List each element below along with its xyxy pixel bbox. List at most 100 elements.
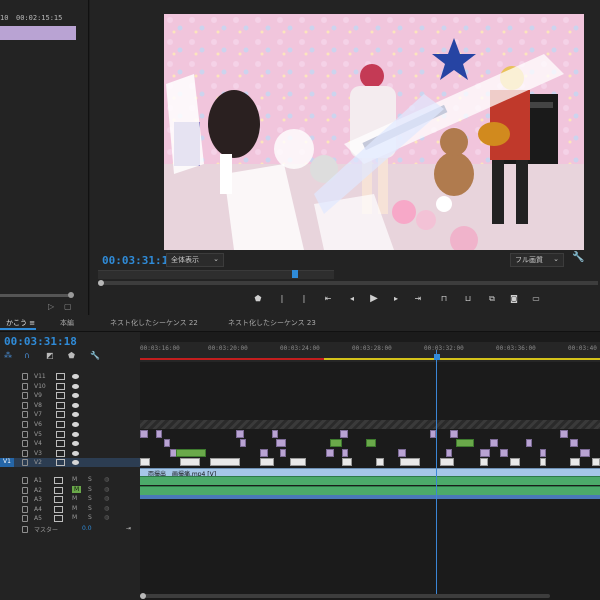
timeline-clip[interactable] — [340, 429, 348, 438]
timeline-clip[interactable] — [440, 458, 454, 467]
timeline-clip[interactable] — [570, 439, 578, 448]
timeline-clip[interactable] — [540, 458, 546, 467]
master-volume[interactable]: 0.0 — [82, 525, 92, 532]
mute-button[interactable]: M — [72, 485, 82, 493]
eye-icon[interactable] — [72, 412, 79, 418]
video-track-header[interactable]: V3 — [0, 449, 140, 458]
film-icon[interactable] — [56, 459, 65, 467]
program-zoom-handle[interactable] — [98, 280, 104, 286]
audio-track-header[interactable]: A4 M S ◍ — [0, 505, 140, 514]
film-icon[interactable] — [56, 440, 65, 448]
timeline-clip[interactable] — [580, 448, 590, 457]
audio-track-header[interactable]: A5 M S ◍ — [0, 514, 140, 523]
lock-icon[interactable] — [22, 421, 28, 428]
fit-dropdown[interactable]: 全体表示 ⌄ — [166, 253, 224, 267]
eye-icon[interactable] — [72, 393, 79, 399]
timeline-clip[interactable] — [500, 448, 508, 457]
nest-toggle-icon[interactable]: ⁂ — [4, 351, 12, 360]
timeline-clip[interactable] — [342, 458, 352, 467]
go-to-end-icon[interactable]: ⇥ — [126, 525, 131, 532]
timeline-clip[interactable] — [276, 439, 286, 448]
timeline-clip[interactable] — [236, 429, 244, 438]
lock-icon[interactable] — [22, 401, 28, 409]
mic-icon[interactable]: ◍ — [104, 505, 109, 512]
program-scrubber-bar[interactable] — [98, 270, 334, 279]
lock-icon[interactable] — [22, 515, 28, 523]
video-track-header[interactable]: V5 — [0, 430, 140, 439]
timeline-clip[interactable] — [272, 429, 278, 438]
lock-icon[interactable] — [22, 440, 28, 448]
timeline-clip[interactable] — [164, 439, 170, 448]
camera-icon[interactable]: ◙ — [506, 293, 522, 305]
lock-icon[interactable] — [22, 477, 28, 484]
timeline-clip[interactable] — [326, 448, 334, 457]
film-icon[interactable] — [56, 411, 65, 419]
quality-dropdown[interactable]: フル画質 ⌄ — [510, 253, 564, 267]
timeline-clip[interactable] — [456, 439, 474, 448]
step-forward-icon[interactable]: ▸ — [388, 293, 404, 305]
timeline-clip[interactable] — [176, 448, 206, 457]
timeline-clip[interactable] — [140, 458, 150, 467]
film-icon[interactable] — [56, 401, 65, 409]
eye-icon[interactable] — [72, 441, 79, 447]
film-icon[interactable] — [56, 430, 65, 438]
lock-icon[interactable] — [22, 486, 28, 494]
tab-kakou[interactable]: かこう ≡ — [6, 318, 35, 328]
timeline-timecode[interactable]: 00:03:31:18 — [4, 335, 77, 348]
mute-button[interactable]: M — [72, 514, 77, 521]
source-patch-v1[interactable]: V1 — [0, 458, 14, 468]
timeline-clip[interactable] — [526, 439, 532, 448]
timeline-clip[interactable] — [398, 448, 406, 457]
sync-lock-icon[interactable] — [54, 496, 63, 504]
eye-icon[interactable] — [72, 374, 79, 379]
solo-button[interactable]: S — [88, 486, 92, 493]
eye-icon[interactable] — [72, 402, 79, 408]
lock-icon[interactable] — [22, 526, 28, 533]
vr-icon[interactable]: ▭ — [528, 293, 544, 305]
timeline-clip[interactable] — [490, 439, 498, 448]
mic-icon[interactable]: ◍ — [104, 495, 109, 502]
eye-icon[interactable] — [72, 460, 79, 466]
program-playhead[interactable] — [292, 270, 298, 278]
solo-button[interactable]: S — [88, 505, 92, 512]
snap-icon[interactable]: ∩ — [24, 351, 30, 360]
timeline-clip[interactable] — [210, 458, 240, 467]
linked-selection-icon[interactable]: ◩ — [46, 351, 54, 360]
timeline-playhead-handle[interactable] — [434, 354, 440, 360]
film-icon[interactable] — [56, 382, 65, 390]
timeline-clip[interactable] — [366, 439, 376, 448]
timeline-clip[interactable] — [260, 448, 268, 457]
mute-button[interactable]: M — [72, 476, 77, 483]
timeline-clip[interactable] — [592, 458, 600, 467]
sync-lock-icon[interactable] — [54, 505, 63, 513]
tab-nested-22[interactable]: ネスト化したシーケンス 22 — [110, 318, 198, 328]
timeline-clip[interactable] — [400, 458, 420, 467]
source-scrollbar[interactable] — [0, 294, 72, 297]
timeline-clip[interactable] — [510, 458, 520, 467]
lock-icon[interactable] — [22, 430, 28, 438]
timeline-clip[interactable] — [180, 458, 200, 467]
timeline-clip[interactable] — [540, 448, 546, 457]
timeline-clip[interactable] — [260, 458, 274, 467]
audio-clip[interactable] — [140, 495, 600, 500]
film-icon[interactable] — [56, 373, 65, 380]
source-scroll-handle[interactable] — [68, 292, 74, 298]
play-icon[interactable]: ▶ — [366, 293, 382, 305]
audio-clip[interactable] — [140, 476, 600, 485]
video-track-header[interactable]: V7 — [0, 410, 140, 419]
timeline-clip[interactable] — [330, 439, 342, 448]
film-icon[interactable] — [56, 421, 65, 428]
video-track-header[interactable]: V1 V2 — [0, 458, 140, 468]
timeline-clip[interactable] — [560, 429, 568, 438]
menu-icon[interactable]: ≡ — [29, 319, 35, 327]
eye-icon[interactable] — [72, 431, 79, 437]
eye-icon[interactable] — [72, 450, 79, 456]
go-to-out-icon[interactable]: ⇥ — [410, 293, 426, 305]
sync-lock-icon[interactable] — [54, 486, 63, 494]
lock-icon[interactable] — [22, 411, 28, 419]
mute-button[interactable]: M — [72, 505, 77, 512]
timeline-settings-icon[interactable]: 🔧 — [90, 351, 100, 360]
lock-icon[interactable] — [22, 382, 28, 390]
mark-out-icon[interactable]: | — [296, 293, 312, 305]
video-track-header[interactable]: V11 — [0, 372, 140, 381]
